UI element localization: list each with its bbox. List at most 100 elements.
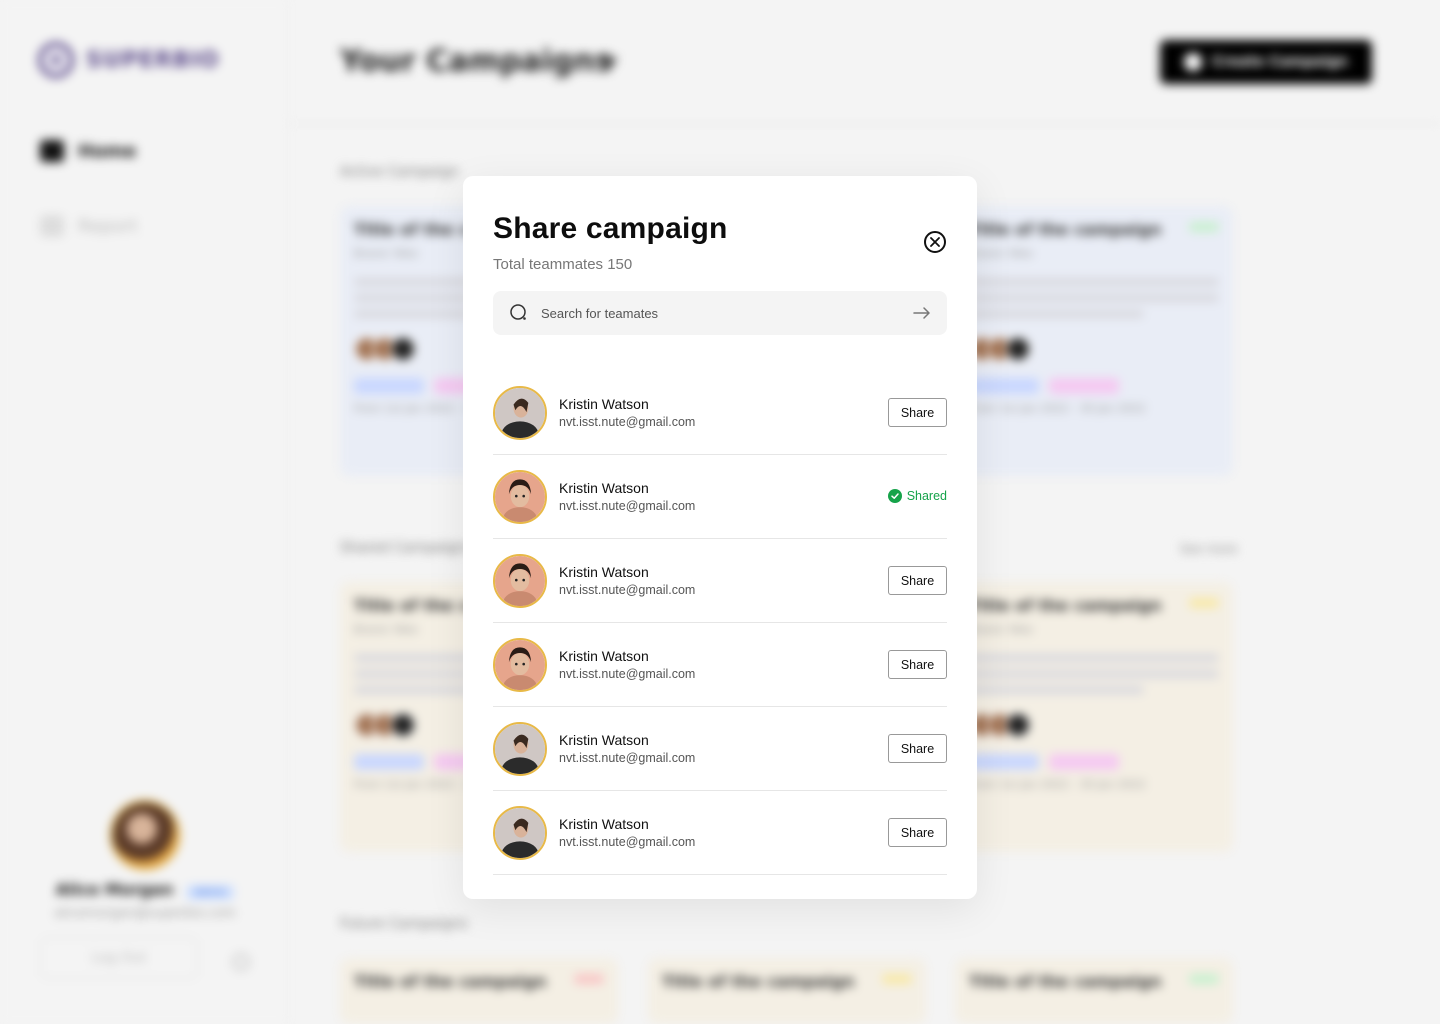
search-bar: [493, 291, 947, 335]
brand-logo: SUPERBIO: [38, 42, 219, 78]
close-button[interactable]: [924, 231, 946, 253]
search-icon: [510, 304, 526, 320]
avatar-photo: [495, 807, 545, 858]
teammate-email: nvt.isst.nute@gmail.com: [559, 667, 696, 681]
card-tags: [969, 378, 1219, 394]
teammate-info: Kristin Watson nvt.isst.nute@gmail.com: [559, 816, 695, 849]
avatar: [493, 469, 547, 524]
profile-name: Alice Morgan: [55, 880, 174, 899]
card-description: [969, 654, 1219, 694]
campaign-card[interactable]: Title of the campaign: [340, 958, 618, 1024]
create-campaign-button[interactable]: Create Campaign: [1160, 40, 1372, 84]
status-badge: [1189, 598, 1219, 608]
teammate-info: Kristin Watson nvt.isst.nute@gmail.com: [559, 648, 695, 681]
teammate-email: nvt.isst.nute@gmail.com: [559, 751, 696, 765]
sidebar-item-home[interactable]: Home: [40, 140, 136, 162]
teammate-name: Kristin Watson: [559, 732, 649, 748]
card-brand: Brand: Nike: [969, 623, 1033, 636]
sidebar-item-label: Report: [78, 215, 138, 237]
card-title: Title of the campaign: [969, 220, 1162, 239]
sidebar-item-report[interactable]: Report: [40, 215, 138, 237]
teammate-row: Kristin Watson nvt.isst.nute@gmail.com S…: [493, 539, 947, 623]
search-input[interactable]: [541, 305, 913, 321]
topbar: Your Campaigns Create Campaign: [288, 0, 1440, 124]
card-title: Title of the campaign: [354, 972, 547, 991]
avatar-photo: [495, 723, 545, 774]
share-campaign-modal: Share campaign Total teammates 150 Krist…: [463, 176, 977, 899]
avatar-photo: [495, 555, 545, 606]
card-brand: Brand: Nike: [969, 247, 1033, 260]
teammate-row: Kristin Watson nvt.isst.nute@gmail.com S…: [493, 371, 947, 455]
section-shared: Shared Campaigns: [340, 540, 473, 556]
teammate-info: Kristin Watson nvt.isst.nute@gmail.com: [559, 480, 695, 513]
teammate-email: nvt.isst.nute@gmail.com: [559, 835, 696, 849]
report-icon: [40, 215, 64, 237]
avatar: [110, 800, 180, 870]
share-button[interactable]: Share: [888, 566, 947, 595]
gear-icon[interactable]: [232, 953, 250, 971]
share-button[interactable]: Share: [888, 818, 947, 847]
page-title[interactable]: Your Campaigns: [340, 44, 612, 79]
profile-email: alicemorgan@superbio.com: [54, 906, 236, 921]
teammate-row: Kristin Watson nvt.isst.nute@gmail.com S…: [493, 791, 947, 875]
status-badge: [1189, 222, 1219, 232]
avatar-photo: [495, 387, 545, 438]
teammate-info: Kristin Watson nvt.isst.nute@gmail.com: [559, 564, 695, 597]
user-profile: Alice Morgan Admin alicemorgan@superbio.…: [40, 800, 250, 979]
campaign-card[interactable]: Title of the campaign Brand: Nike From 1…: [955, 582, 1233, 852]
teammate-list: Kristin Watson nvt.isst.nute@gmail.com S…: [493, 371, 947, 875]
avatar: [493, 805, 547, 860]
status-badge: [882, 974, 912, 984]
role-badge: Admin: [186, 885, 235, 900]
teammate-count: Total teammates 150: [493, 256, 633, 273]
campaign-card[interactable]: Title of the campaign: [955, 958, 1233, 1024]
shared-status: Shared: [887, 489, 947, 503]
teammate-info: Kristin Watson nvt.isst.nute@gmail.com: [559, 396, 695, 429]
home-icon: [40, 140, 64, 162]
avatar-photo: [495, 471, 545, 522]
teammate-row: Kristin Watson nvt.isst.nute@gmail.com S…: [493, 455, 947, 539]
logout-button[interactable]: Log Out: [40, 937, 198, 979]
arrow-right-icon[interactable]: [913, 306, 931, 320]
logo-icon: [38, 42, 74, 78]
teammate-name: Kristin Watson: [559, 648, 649, 664]
sidebar-item-label: Home: [78, 140, 137, 162]
card-title: Title of the campaign: [969, 972, 1162, 991]
card-description: [969, 278, 1219, 318]
status-badge: [1189, 974, 1219, 984]
brand-name: SUPERBIO: [86, 47, 220, 73]
teammate-name: Kristin Watson: [559, 480, 649, 496]
status-badge: [574, 974, 604, 984]
teammate-row: Kristin Watson nvt.isst.nute@gmail.com S…: [493, 623, 947, 707]
modal-title: Share campaign: [493, 212, 728, 245]
teammate-name: Kristin Watson: [559, 816, 649, 832]
teammate-name: Kristin Watson: [559, 564, 649, 580]
avatar: [493, 637, 547, 692]
card-title: Title of the campaign: [969, 596, 1162, 615]
teammate-info: Kristin Watson nvt.isst.nute@gmail.com: [559, 732, 695, 765]
chevron-down-icon[interactable]: [604, 58, 618, 66]
card-tags: [969, 754, 1219, 770]
teammate-email: nvt.isst.nute@gmail.com: [559, 583, 696, 597]
section-future[interactable]: Future Campaigns: [340, 916, 467, 932]
campaign-card[interactable]: Title of the campaign Brand: Nike From 1…: [955, 206, 1233, 476]
card-title: Title of the campaign: [662, 972, 855, 991]
see-more-link[interactable]: See more: [1180, 542, 1237, 556]
share-button[interactable]: Share: [888, 734, 947, 763]
share-button[interactable]: Share: [888, 398, 947, 427]
teammate-name: Kristin Watson: [559, 396, 649, 412]
avatar-photo: [495, 639, 545, 690]
profile-name-row: Alice Morgan Admin: [40, 880, 250, 900]
teammate-email: nvt.isst.nute@gmail.com: [559, 415, 696, 429]
card-dates: From 1st Jan 2022 - 30 Jan 2022: [969, 778, 1146, 791]
teammate-email: nvt.isst.nute@gmail.com: [559, 499, 696, 513]
card-avatars: [969, 336, 1219, 362]
campaign-card[interactable]: Title of the campaign: [648, 958, 926, 1024]
card-dates: From 1st Jan 2022 - 30 Jan 2022: [969, 402, 1146, 415]
shared-label: Shared: [906, 489, 947, 503]
section-active[interactable]: Active Campaign: [340, 164, 459, 180]
avatar: [493, 385, 547, 440]
card-avatars: [969, 712, 1219, 738]
share-button[interactable]: Share: [888, 650, 947, 679]
teammate-row: Kristin Watson nvt.isst.nute@gmail.com S…: [493, 707, 947, 791]
